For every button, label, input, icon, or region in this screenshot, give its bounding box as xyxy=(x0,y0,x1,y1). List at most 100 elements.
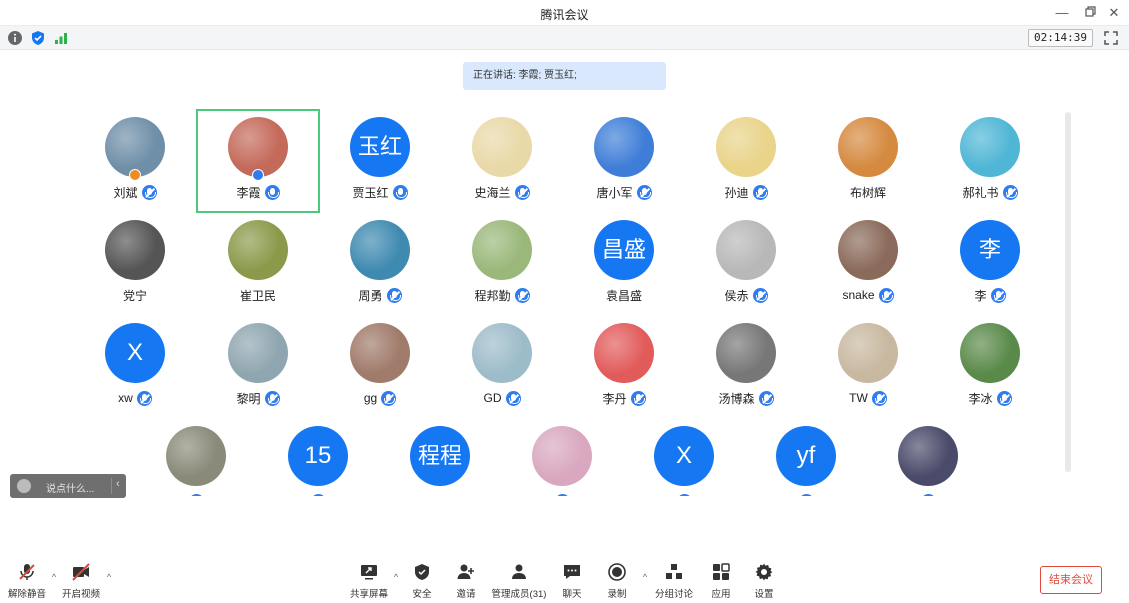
participant-tile[interactable]: GD xyxy=(442,317,562,417)
participant-tile[interactable]: 玉红 贾玉红 xyxy=(320,111,440,211)
participant-name: 布树辉 xyxy=(849,185,886,200)
participant-name-row: 周勇 xyxy=(320,286,440,304)
members-icon xyxy=(512,564,526,579)
participant-name: 李霞 xyxy=(236,185,261,200)
minimize-button[interactable]: — xyxy=(1051,3,1073,23)
participant-avatar: yf xyxy=(776,426,836,486)
collapse-chat-icon[interactable]: ‹ xyxy=(116,478,120,490)
participant-tile[interactable]: 布树辉 xyxy=(808,111,928,211)
participant-tile[interactable]: 党宁 xyxy=(75,214,195,314)
participant-name-row: 布树辉 xyxy=(808,183,928,201)
participant-tile[interactable]: 郝礼书 xyxy=(930,111,1050,211)
participant-name: 贾玉红 xyxy=(352,185,389,200)
chat-bubble-icon xyxy=(564,565,580,579)
participant-name: xw xyxy=(118,391,133,405)
participant-tile[interactable] xyxy=(868,420,988,496)
host-badge-icon xyxy=(129,169,141,181)
participant-avatar: 昌盛 xyxy=(594,220,654,280)
participant-name: 周勇 xyxy=(358,288,383,303)
mic-muted-icon xyxy=(136,390,152,406)
speaking-banner: 正在讲话: 李霞; 贾玉红; xyxy=(463,62,666,90)
participant-tile[interactable]: 程邦勤 xyxy=(442,214,562,314)
participant-avatar xyxy=(838,323,898,383)
settings-button[interactable]: 设置 xyxy=(734,562,794,600)
participant-tile[interactable]: snake xyxy=(808,214,928,314)
mic-muted-icon xyxy=(188,493,204,496)
mic-icon xyxy=(392,184,408,200)
invite-button[interactable]: 邀请 xyxy=(436,562,496,600)
participant-name: 李 xyxy=(974,288,987,303)
mic-muted-icon xyxy=(630,390,646,406)
manage-members-button[interactable]: 管理成员(31) xyxy=(489,562,549,600)
participant-tile[interactable]: 周勇 xyxy=(320,214,440,314)
participant-name: 唐小军 xyxy=(596,185,633,200)
end-meeting-button[interactable]: 结束会议 xyxy=(1040,566,1102,594)
participant-name: 史海兰 xyxy=(474,185,511,200)
chat-input[interactable]: 说点什么... ‹ xyxy=(10,474,126,498)
participant-tile[interactable]: 李李 xyxy=(930,214,1050,314)
participant-tile[interactable] xyxy=(502,420,622,496)
participant-tile[interactable]: 侯赤 xyxy=(686,214,806,314)
camera-off-icon xyxy=(72,563,90,581)
cohost-badge-icon xyxy=(252,169,264,181)
shield-icon[interactable] xyxy=(30,30,46,46)
participant-tile[interactable]: 黎明 xyxy=(198,317,318,417)
participant-name: 孙迪 xyxy=(724,185,749,200)
participant-tile[interactable]: 史海兰 xyxy=(442,111,562,211)
participant-name-row: 史海兰 xyxy=(442,183,562,201)
security-shield-icon xyxy=(415,564,429,580)
participant-avatar xyxy=(472,220,532,280)
participant-tile[interactable]: 李冰 xyxy=(930,317,1050,417)
mic-muted-icon xyxy=(19,564,35,580)
mic-muted-icon xyxy=(758,390,774,406)
participant-tile[interactable]: X xyxy=(624,420,744,496)
close-button[interactable]: ✕ xyxy=(1103,3,1125,23)
start-video-button[interactable]: 开启视频 xyxy=(51,562,111,600)
participant-tile[interactable]: 汤博森 xyxy=(686,317,806,417)
info-icon[interactable] xyxy=(7,30,23,46)
participant-tile[interactable]: yf xyxy=(746,420,866,496)
mic-muted-icon xyxy=(264,390,280,406)
mic-icon xyxy=(264,184,280,200)
participant-tile[interactable]: 孙迪 xyxy=(686,111,806,211)
participant-name-row: GD xyxy=(442,389,562,407)
apps-grid-icon xyxy=(713,563,730,580)
participant-name-row xyxy=(380,492,500,496)
participant-avatar xyxy=(166,426,226,486)
participant-name: snake xyxy=(842,288,875,302)
participant-name-row xyxy=(624,492,744,496)
participant-name-row: 崔卫民 xyxy=(198,286,318,304)
participant-name-row: 黎明 xyxy=(198,389,318,407)
participant-tile[interactable]: TW xyxy=(808,317,928,417)
participant-avatar xyxy=(960,323,1020,383)
participant-tile[interactable] xyxy=(136,420,256,496)
participant-tile[interactable]: 刘斌 xyxy=(75,111,195,211)
signal-icon[interactable] xyxy=(53,30,69,46)
participant-tile[interactable]: 程程 xyxy=(380,420,500,496)
bottom-toolbar: 解除静音 ^ 开启视频 ^ 共享屏幕 ^ 安全 邀请 管理成员(31) 聊天 录… xyxy=(0,558,1129,603)
participant-avatar xyxy=(594,323,654,383)
participant-tile[interactable]: 昌盛 袁昌盛 xyxy=(564,214,684,314)
mic-muted-icon xyxy=(1002,184,1018,200)
participant-name-row: 郝礼书 xyxy=(930,183,1050,201)
participant-tile[interactable]: Xxw xyxy=(75,317,195,417)
grid-scrollbar[interactable] xyxy=(1065,112,1071,472)
participant-avatar: 李 xyxy=(960,220,1020,280)
video-options-caret[interactable]: ^ xyxy=(104,572,114,582)
participant-tile[interactable]: gg xyxy=(320,317,440,417)
chat-divider xyxy=(111,478,112,494)
mic-muted-icon xyxy=(752,287,768,303)
participant-tile[interactable]: 李霞 xyxy=(196,109,320,213)
record-button[interactable]: 录制 xyxy=(587,562,647,600)
mic-muted-icon xyxy=(386,287,402,303)
participant-tile[interactable]: 唐小军 xyxy=(564,111,684,211)
restore-button[interactable] xyxy=(1079,3,1101,23)
participant-name-row: gg xyxy=(320,389,440,407)
fullscreen-icon[interactable] xyxy=(1103,30,1119,46)
participant-tile[interactable]: 崔卫民 xyxy=(198,214,318,314)
mic-muted-icon xyxy=(381,390,397,406)
participant-tile[interactable]: 15 xyxy=(258,420,378,496)
participant-tile[interactable]: 李丹 xyxy=(564,317,684,417)
participant-name-row: 袁昌盛 xyxy=(564,286,684,304)
share-screen-button[interactable]: 共享屏幕 xyxy=(339,562,399,600)
